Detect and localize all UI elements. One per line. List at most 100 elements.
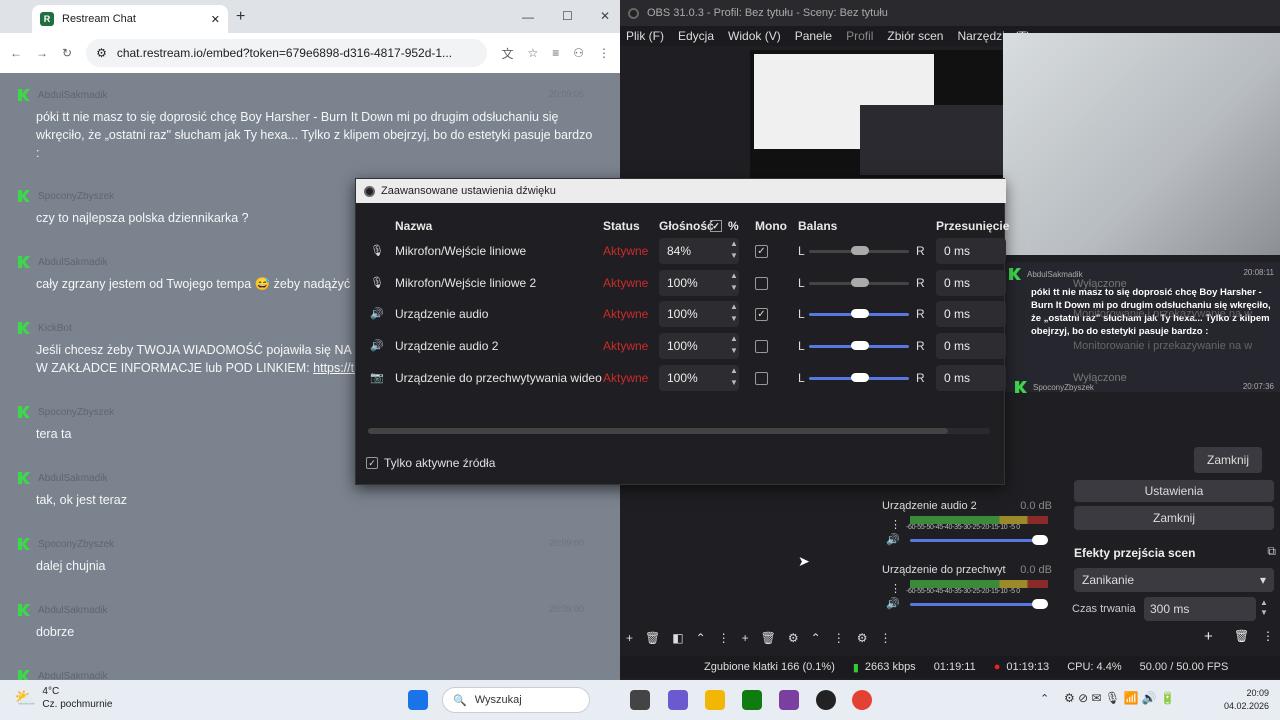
app-icon[interactable]	[779, 690, 799, 710]
translate-icon[interactable]: 文	[501, 45, 513, 62]
volume-spinner[interactable]: ▲ ▼	[728, 238, 740, 264]
volume-field[interactable]: 84%	[659, 238, 739, 264]
sync-offset-field[interactable]: 0 ms	[936, 365, 1006, 391]
duration-field[interactable]: 300 ms	[1144, 597, 1256, 621]
undock-icon[interactable]: ⧉	[1267, 544, 1276, 559]
chat-message-text: dobrze	[36, 625, 75, 639]
mono-checkbox[interactable]: ✓	[755, 308, 768, 321]
profile-icon[interactable]: ⚇	[573, 46, 584, 60]
minimize-icon[interactable]: —	[522, 10, 534, 24]
forward-icon[interactable]: →	[36, 46, 48, 60]
chat-message-text: tak, ok jest teraz	[36, 493, 128, 507]
bookmark-star-icon[interactable]: ☆	[527, 46, 538, 60]
sync-offset-field[interactable]: 0 ms	[936, 238, 1006, 264]
tray-icons[interactable]: ⚙ ⊘ ✉ 🎙 📶 🔊 🔋	[1064, 691, 1175, 705]
mixer-menu-icon[interactable]: ⋮	[890, 518, 901, 531]
chat-message: AbdulSakmadik 20:09:00 dobrze	[18, 602, 598, 641]
add-icon[interactable]: +	[1204, 628, 1213, 645]
file-explorer-icon[interactable]	[705, 690, 725, 710]
source-properties-icon[interactable]: ⚙	[788, 631, 799, 645]
mono-checkbox[interactable]	[755, 340, 768, 353]
volume-meter	[910, 580, 1048, 588]
volume-field[interactable]: 100%	[659, 270, 739, 296]
volume-spinner[interactable]: ▲ ▼	[728, 333, 740, 359]
menu-view[interactable]: Widok (V)	[728, 29, 781, 43]
tray-chevron-icon[interactable]: ⌃	[1040, 692, 1049, 705]
mouse-cursor-icon: ➤	[798, 553, 810, 569]
move-up-icon[interactable]: ⌃	[696, 631, 706, 645]
transition-select[interactable]: Zanikanie ▾	[1074, 568, 1274, 592]
sync-offset-field[interactable]: 0 ms	[936, 333, 1006, 359]
extensions-icon[interactable]: ≡	[552, 46, 559, 60]
url-field[interactable]: ⚙ chat.restream.io/embed?token=679e6898-…	[86, 39, 488, 67]
volume-field[interactable]: 100%	[659, 333, 739, 359]
site-info-icon[interactable]: ⚙	[96, 46, 107, 60]
volume-slider[interactable]	[910, 535, 1048, 545]
menu-dots-icon[interactable]: ⋮	[1262, 629, 1274, 643]
sync-offset-field[interactable]: 0 ms	[936, 270, 1006, 296]
add-source-icon[interactable]: +	[742, 631, 749, 645]
start-icon[interactable]	[408, 690, 428, 710]
xbox-icon[interactable]	[742, 690, 762, 710]
mixer-menu-icon[interactable]: ⋮	[890, 582, 901, 595]
preview-thumbnail	[750, 50, 1010, 180]
speaker-icon[interactable]: 🔊	[886, 533, 900, 546]
chat-message: AbdulSakmadik 20:09:05 póki tt nie masz t…	[18, 87, 598, 162]
mixer-menu-icon[interactable]: ⋮	[880, 631, 892, 645]
taskbar-search[interactable]: 🔍 Wyszukaj	[442, 687, 590, 713]
chrome-taskbar-icon[interactable]	[852, 690, 872, 710]
weather-widget[interactable]: ⛅ 4°C Cz. pochmurnie	[14, 685, 112, 711]
remove-scene-icon[interactable]: 🗑	[645, 631, 660, 645]
volume-spinner[interactable]: ▲ ▼	[728, 270, 740, 296]
microphone-icon: 🎙	[370, 277, 384, 289]
menu-scene-collection[interactable]: Zbiór scen	[887, 29, 943, 43]
teams-icon[interactable]	[668, 690, 688, 710]
menu-dots-icon[interactable]: ⋮	[833, 631, 845, 645]
volume-spinner[interactable]: ▲ ▼	[728, 301, 740, 327]
clock[interactable]: 20:09 04.02.2026	[1224, 687, 1269, 713]
mono-checkbox[interactable]	[755, 372, 768, 385]
add-scene-icon[interactable]: +	[626, 631, 633, 645]
menu-dots-icon[interactable]: ⋮	[718, 631, 730, 645]
menu-icon[interactable]: ⋮	[598, 46, 610, 60]
trash-icon[interactable]: 🗑	[1234, 629, 1249, 643]
kick-icon	[18, 670, 30, 680]
mixer-audio-2: Urządzenie audio 2 0.0 dB ⋮ -60-55-50-45-…	[882, 500, 1052, 546]
only-active-option[interactable]: ✓ Tylko aktywne źródła	[366, 456, 495, 470]
settings-button[interactable]: Ustawienia	[1074, 480, 1274, 502]
maximize-icon[interactable]: ☐	[562, 9, 573, 23]
menu-docks[interactable]: Panele	[795, 29, 832, 43]
source-up-icon[interactable]: ⌃	[811, 631, 821, 645]
scrollbar-thumb[interactable]	[368, 428, 948, 434]
percent-checkbox[interactable]: ✓	[710, 220, 722, 232]
menu-edit[interactable]: Edycja	[678, 29, 714, 43]
mono-checkbox[interactable]	[755, 277, 768, 290]
sync-offset-field[interactable]: 0 ms	[936, 301, 1006, 327]
volume-field[interactable]: 100%	[659, 365, 739, 391]
obs-taskbar-icon[interactable]	[816, 690, 836, 710]
remove-source-icon[interactable]: 🗑	[761, 631, 776, 645]
speaker-icon[interactable]: 🔊	[886, 597, 900, 610]
filter-icon[interactable]: ◧	[672, 631, 683, 645]
mono-checkbox[interactable]: ✓	[755, 245, 768, 258]
url-text: chat.restream.io/embed?token=679e6898-d3…	[116, 46, 453, 60]
close-window-icon[interactable]: ✕	[600, 9, 610, 23]
close-dialog-button[interactable]: Zamknij	[1194, 447, 1262, 473]
menu-file[interactable]: Plik (F)	[626, 29, 664, 43]
task-view-icon[interactable]	[630, 690, 650, 710]
back-icon[interactable]: ←	[10, 46, 22, 60]
volume-field[interactable]: 100%	[659, 301, 739, 327]
duration-spinner[interactable]: ▲ ▼	[1260, 598, 1268, 618]
new-tab-icon[interactable]: +	[236, 8, 245, 26]
tab-restream-chat[interactable]: R Restream Chat ✕	[32, 5, 228, 33]
only-active-checkbox[interactable]: ✓	[366, 457, 378, 469]
reload-icon[interactable]: ↻	[62, 46, 72, 60]
address-bar-row: ← → ↻ ⚙ chat.restream.io/embed?token=679…	[0, 33, 620, 73]
menu-profile[interactable]: Profil	[846, 29, 873, 43]
horizontal-scrollbar[interactable]	[368, 428, 990, 434]
mixer-settings-icon[interactable]: ⚙	[857, 631, 868, 645]
volume-slider[interactable]	[910, 599, 1048, 609]
close-tab-icon[interactable]: ✕	[211, 13, 220, 26]
exit-button[interactable]: Zamknij	[1074, 506, 1274, 530]
volume-spinner[interactable]: ▲ ▼	[728, 365, 740, 391]
